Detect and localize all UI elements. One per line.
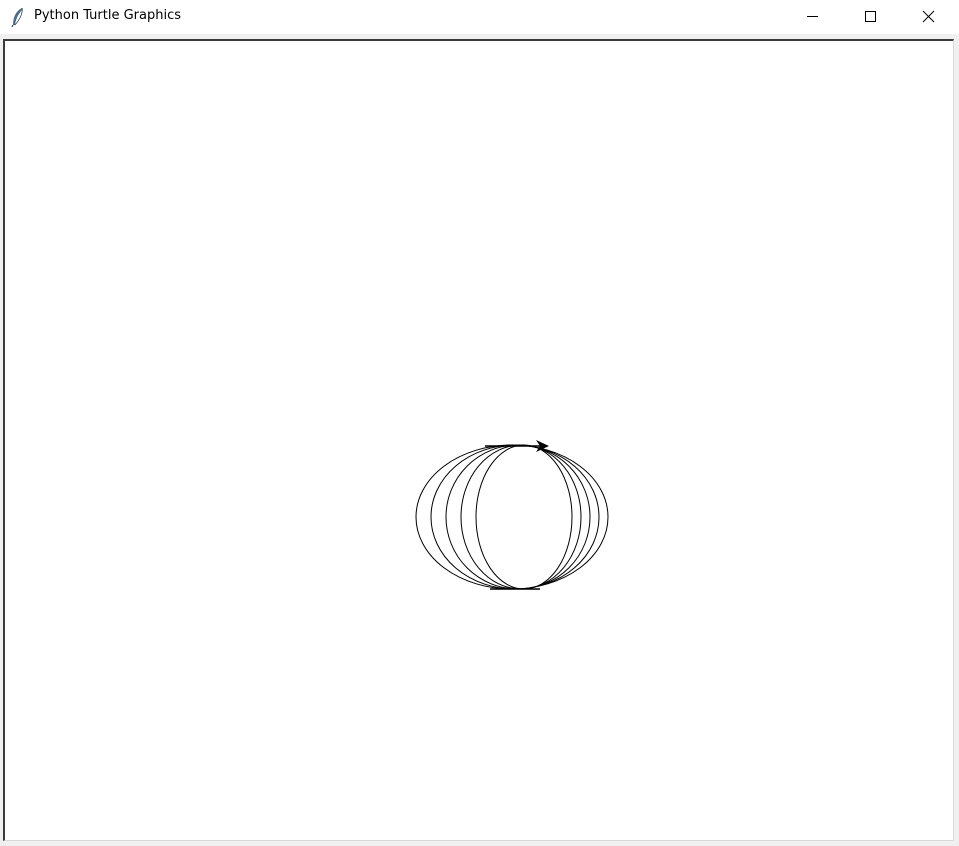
window-title: Python Turtle Graphics [34,8,181,23]
minimize-button[interactable] [783,0,841,34]
close-icon [922,10,935,23]
feather-icon [11,7,23,27]
drawn-circle [445,444,591,590]
drawn-circle [475,444,573,590]
turtle-window: Python Turtle Graphics [0,0,959,846]
title-bar[interactable]: Python Turtle Graphics [0,0,959,34]
maximize-icon [865,11,876,22]
drawn-circle [415,444,609,590]
drawn-circle [430,444,600,590]
maximize-button[interactable] [841,0,899,34]
drawing-circles [415,444,609,590]
drawn-circle [460,444,582,590]
turtle-canvas-frame [3,39,954,841]
turtle-canvas[interactable] [5,41,954,841]
close-button[interactable] [900,0,959,34]
minimize-icon [807,16,818,17]
